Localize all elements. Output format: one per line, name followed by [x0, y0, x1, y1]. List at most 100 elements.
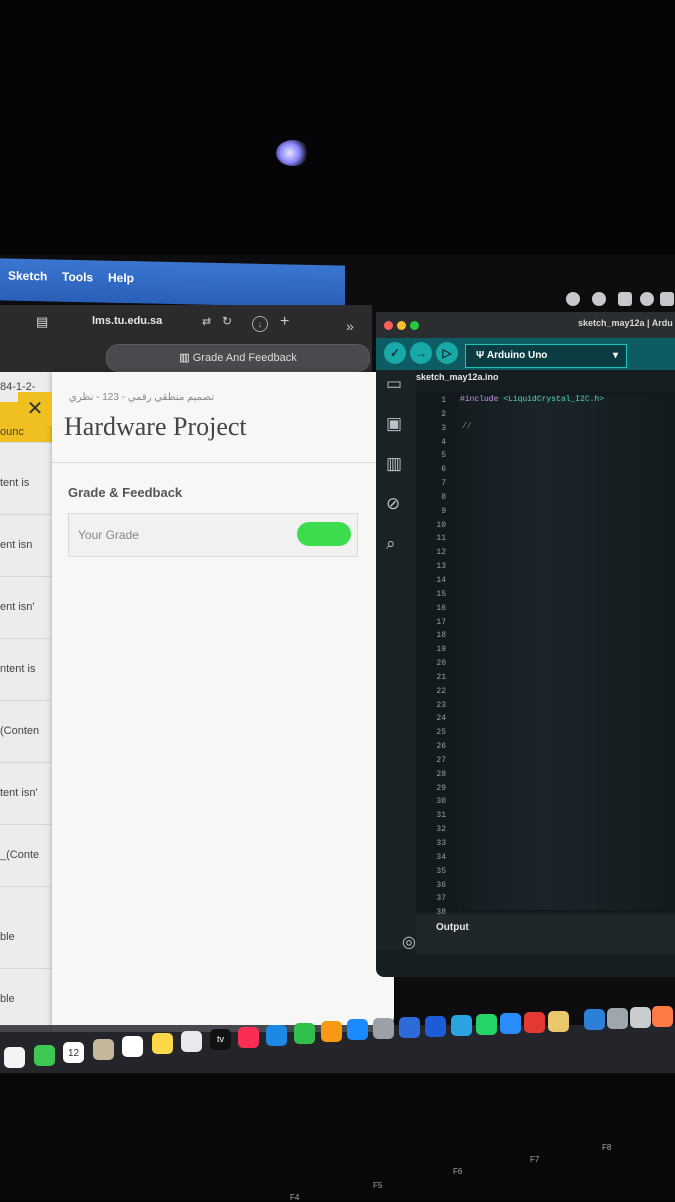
address-bar[interactable]: lms.tu.edu.sa [92, 315, 172, 329]
app-icon[interactable] [630, 1007, 651, 1028]
list-item[interactable]: ent isn [0, 514, 52, 577]
app-icon[interactable] [399, 1017, 420, 1038]
app-store-icon[interactable] [347, 1019, 368, 1040]
reload-icon[interactable]: ↻ [222, 314, 232, 328]
contacts-icon[interactable] [93, 1039, 114, 1060]
line-number: 15 [436, 589, 446, 599]
line-number: 32 [436, 825, 446, 835]
account-icon[interactable]: ◎ [402, 932, 416, 952]
course-content-list: 84-1-2- ounc tent is ent isn ent isn' nt… [0, 372, 52, 1032]
finder-icon[interactable] [584, 1009, 605, 1030]
apple-tv-icon[interactable]: tv [210, 1029, 231, 1050]
list-item[interactable]: ble [0, 968, 52, 1031]
line-number: 11 [436, 534, 446, 544]
list-item[interactable]: ble [0, 906, 52, 969]
line-number: 6 [441, 465, 446, 475]
debug-sidebar-icon[interactable]: ⊘ [386, 494, 400, 514]
list-item[interactable]: (Conten [0, 700, 52, 763]
bar-chart-icon: ▥ [179, 352, 193, 364]
line-number: 7 [441, 479, 446, 489]
close-button[interactable]: ✕ [18, 392, 52, 426]
course-name: تصميم منطقي رقمي - 123 - نظري [69, 392, 214, 403]
line-number: 24 [436, 714, 446, 724]
whatsapp-icon[interactable] [476, 1014, 497, 1035]
line-number: 28 [436, 769, 446, 779]
status-icon[interactable] [660, 292, 674, 306]
upload-icon[interactable]: → [410, 342, 432, 364]
minimize-window-button[interactable] [397, 321, 406, 330]
line-number: 20 [436, 659, 446, 669]
divider [52, 462, 392, 463]
tabs-overview-icon[interactable]: ▤ [36, 314, 48, 330]
arduino-window-title: sketch_may12a | Ardu [578, 318, 673, 328]
light-reflection [276, 140, 310, 166]
safari-icon[interactable] [500, 1013, 521, 1034]
page-title: Hardware Project [64, 412, 247, 441]
list-item[interactable]: ent isn' [0, 576, 52, 639]
arduino-sidebar: ▭ ▣ ▥ ⊘ ⌕ [376, 370, 416, 950]
freeform-icon[interactable] [181, 1031, 202, 1052]
numbers-icon[interactable] [294, 1023, 315, 1044]
line-number: 26 [436, 742, 446, 752]
firefox-icon[interactable] [652, 1006, 673, 1027]
status-icon[interactable] [566, 292, 580, 306]
board-selector[interactable]: Ψ Arduino Uno ▾ [465, 344, 627, 368]
debug-icon[interactable]: ▷ [436, 342, 458, 364]
f8-key: F8 [602, 1143, 612, 1152]
line-number: 23 [436, 700, 446, 710]
translate-icon[interactable]: ⇄ [202, 315, 211, 328]
reminders-icon[interactable] [122, 1036, 143, 1057]
chevron-down-icon: ▾ [612, 350, 618, 361]
line-number: 13 [436, 562, 446, 572]
status-icon[interactable] [640, 292, 654, 306]
app-icon[interactable] [548, 1011, 569, 1032]
list-item[interactable]: ntent is [0, 638, 52, 701]
new-tab-icon[interactable]: + [280, 313, 289, 331]
more-tabs-icon[interactable]: » [346, 318, 354, 334]
line-number: 1 [441, 396, 446, 405]
line-number: 33 [436, 839, 446, 848]
search-icon[interactable]: ⌕ [386, 534, 396, 554]
line-number: 18 [436, 631, 446, 641]
keynote-icon[interactable] [266, 1025, 287, 1046]
app-icon[interactable] [425, 1016, 446, 1037]
board-name: Arduino Uno [486, 350, 548, 361]
f7-key: F7 [530, 1155, 540, 1164]
app-icon[interactable] [524, 1012, 545, 1033]
pages-icon[interactable] [321, 1021, 342, 1042]
photos-icon[interactable] [4, 1047, 25, 1068]
status-icon[interactable] [618, 292, 632, 306]
dock: 12 tv [0, 1006, 675, 1073]
list-item[interactable]: tent isn' [0, 762, 52, 825]
calendar-icon[interactable]: 12 [63, 1042, 84, 1063]
telegram-icon[interactable] [451, 1015, 472, 1036]
verify-icon[interactable]: ✓ [384, 342, 406, 364]
tab-grade-feedback[interactable]: ▥ Grade And Feedback [106, 344, 370, 372]
preview-icon[interactable] [607, 1008, 628, 1029]
menu-help[interactable]: Help [108, 271, 134, 286]
menu-sketch[interactable]: Sketch [8, 269, 47, 284]
system-settings-icon[interactable] [373, 1018, 394, 1039]
line-number: 8 [441, 492, 446, 502]
menu-tools[interactable]: Tools [62, 270, 93, 285]
download-icon[interactable]: ↓ [252, 316, 268, 332]
output-panel [416, 914, 675, 954]
facetime-icon[interactable] [34, 1045, 55, 1066]
board-manager-icon[interactable]: ▣ [386, 414, 402, 434]
status-icon[interactable] [592, 292, 606, 306]
line-number: 21 [436, 672, 446, 682]
line-number: 3 [441, 423, 446, 433]
notes-icon[interactable] [152, 1033, 173, 1054]
close-window-button[interactable] [384, 321, 393, 330]
music-icon[interactable] [238, 1027, 259, 1048]
grade-value-badge [297, 522, 351, 546]
line-number: 12 [436, 548, 446, 558]
library-icon[interactable]: ▥ [386, 454, 402, 474]
file-tab[interactable]: sketch_may12a.ino [416, 372, 499, 390]
zoom-window-button[interactable] [410, 321, 419, 330]
folder-icon[interactable]: ▭ [386, 374, 402, 394]
list-item[interactable]: _(Conte [0, 824, 52, 887]
list-item[interactable]: tent is [0, 452, 52, 515]
grade-feedback-panel [52, 372, 394, 1032]
line-number: 19 [436, 645, 446, 655]
